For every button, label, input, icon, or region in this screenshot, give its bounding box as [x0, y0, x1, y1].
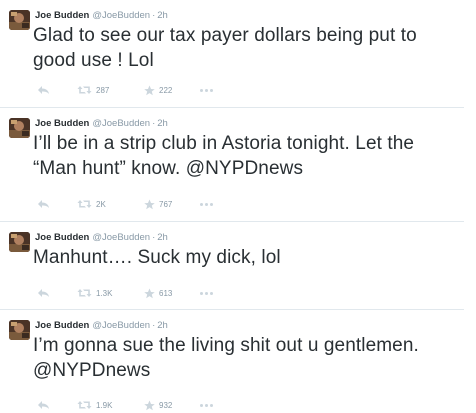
favorite-count: 767 — [159, 199, 173, 209]
retweet-count: 287 — [96, 85, 110, 95]
reply-button[interactable] — [37, 400, 77, 410]
separator-dot: · — [152, 10, 156, 21]
reply-icon — [38, 289, 49, 297]
username[interactable]: @JoeBudden — [92, 10, 150, 21]
favorite-count: 932 — [159, 400, 173, 410]
tweet-header: Joe Budden @JoeBudden · 2h — [35, 9, 168, 22]
tweet-actions: 1.3K 613 — [37, 286, 213, 300]
retweet-count: 1.3K — [96, 288, 113, 298]
avatar[interactable] — [9, 10, 30, 30]
avatar[interactable] — [9, 232, 30, 252]
more-dots-icon — [200, 88, 203, 92]
reply-icon — [38, 401, 49, 409]
more-dots-icon — [200, 403, 203, 407]
favorite-button[interactable]: 222 — [144, 85, 200, 96]
more-dots-icon — [200, 291, 203, 295]
favorite-count: 613 — [159, 288, 173, 298]
reply-icon — [38, 86, 49, 94]
tweet-header: Joe Budden @JoeBudden · 2h — [35, 231, 168, 244]
separator-dot: · — [152, 118, 156, 129]
reply-button[interactable] — [37, 199, 77, 209]
star-icon — [144, 85, 155, 95]
favorite-button[interactable]: 613 — [144, 288, 200, 299]
fullname[interactable]: Joe Budden — [35, 320, 89, 331]
star-icon — [144, 400, 155, 410]
username[interactable]: @JoeBudden — [92, 320, 150, 331]
tweet-feed: Joe Budden @JoeBudden · 2h Glad to see our … — [0, 0, 476, 413]
tweet-actions: 287 222 — [37, 83, 213, 97]
more-button[interactable] — [200, 88, 213, 92]
star-icon — [144, 288, 155, 298]
tweet[interactable]: Joe Budden @JoeBudden · 2h I’ll be in a str… — [0, 108, 464, 222]
avatar[interactable] — [9, 118, 30, 138]
retweet-icon — [77, 401, 92, 409]
retweet-count: 1.9K — [96, 400, 113, 410]
separator-dot: · — [152, 320, 156, 331]
timestamp[interactable]: 2h — [157, 118, 168, 129]
retweet-count: 2K — [96, 199, 106, 209]
timestamp[interactable]: 2h — [157, 232, 168, 243]
tweet-text: I’ll be in a strip club in Astoria tonig… — [33, 133, 415, 179]
separator-dot: · — [152, 232, 156, 243]
tweet[interactable]: Joe Budden @JoeBudden · 2h Manhunt…. Suck m… — [0, 222, 464, 310]
favorite-button[interactable]: 932 — [144, 400, 200, 411]
username[interactable]: @JoeBudden — [92, 118, 150, 129]
tweet-header: Joe Budden @JoeBudden · 2h — [35, 319, 168, 332]
tweet-header: Joe Budden @JoeBudden · 2h — [35, 117, 168, 130]
username[interactable]: @JoeBudden — [92, 232, 150, 243]
tweet-text: Manhunt…. Suck my dick, lol — [33, 247, 281, 268]
retweet-button[interactable]: 1.9K — [77, 400, 144, 410]
tweet-text: Glad to see our tax payer dollars being … — [33, 25, 417, 71]
star-icon — [144, 199, 155, 209]
retweet-button[interactable]: 1.3K — [77, 288, 144, 298]
more-button[interactable] — [200, 291, 213, 295]
fullname[interactable]: Joe Budden — [35, 118, 89, 129]
more-button[interactable] — [200, 202, 213, 206]
more-button[interactable] — [200, 403, 213, 407]
fullname[interactable]: Joe Budden — [35, 232, 89, 243]
tweet[interactable]: Joe Budden @JoeBudden · 2h I’m gonna sue th… — [0, 310, 464, 413]
retweet-icon — [77, 289, 92, 297]
fullname[interactable]: Joe Budden — [35, 10, 89, 21]
avatar[interactable] — [9, 320, 30, 340]
tweet-actions: 1.9K 932 — [37, 398, 213, 412]
reply-icon — [38, 200, 49, 208]
retweet-icon — [77, 200, 92, 208]
reply-button[interactable] — [37, 85, 77, 95]
reply-button[interactable] — [37, 288, 77, 298]
tweet[interactable]: Joe Budden @JoeBudden · 2h Glad to see our … — [0, 0, 464, 108]
retweet-button[interactable]: 2K — [77, 199, 144, 209]
favorite-count: 222 — [159, 85, 173, 95]
retweet-button[interactable]: 287 — [77, 85, 144, 95]
tweet-actions: 2K 767 — [37, 197, 213, 211]
tweet-text: I’m gonna sue the living shit out u gent… — [33, 335, 419, 381]
timestamp[interactable]: 2h — [157, 320, 168, 331]
timestamp[interactable]: 2h — [157, 10, 168, 21]
more-dots-icon — [200, 202, 203, 206]
favorite-button[interactable]: 767 — [144, 199, 200, 210]
retweet-icon — [77, 86, 92, 94]
